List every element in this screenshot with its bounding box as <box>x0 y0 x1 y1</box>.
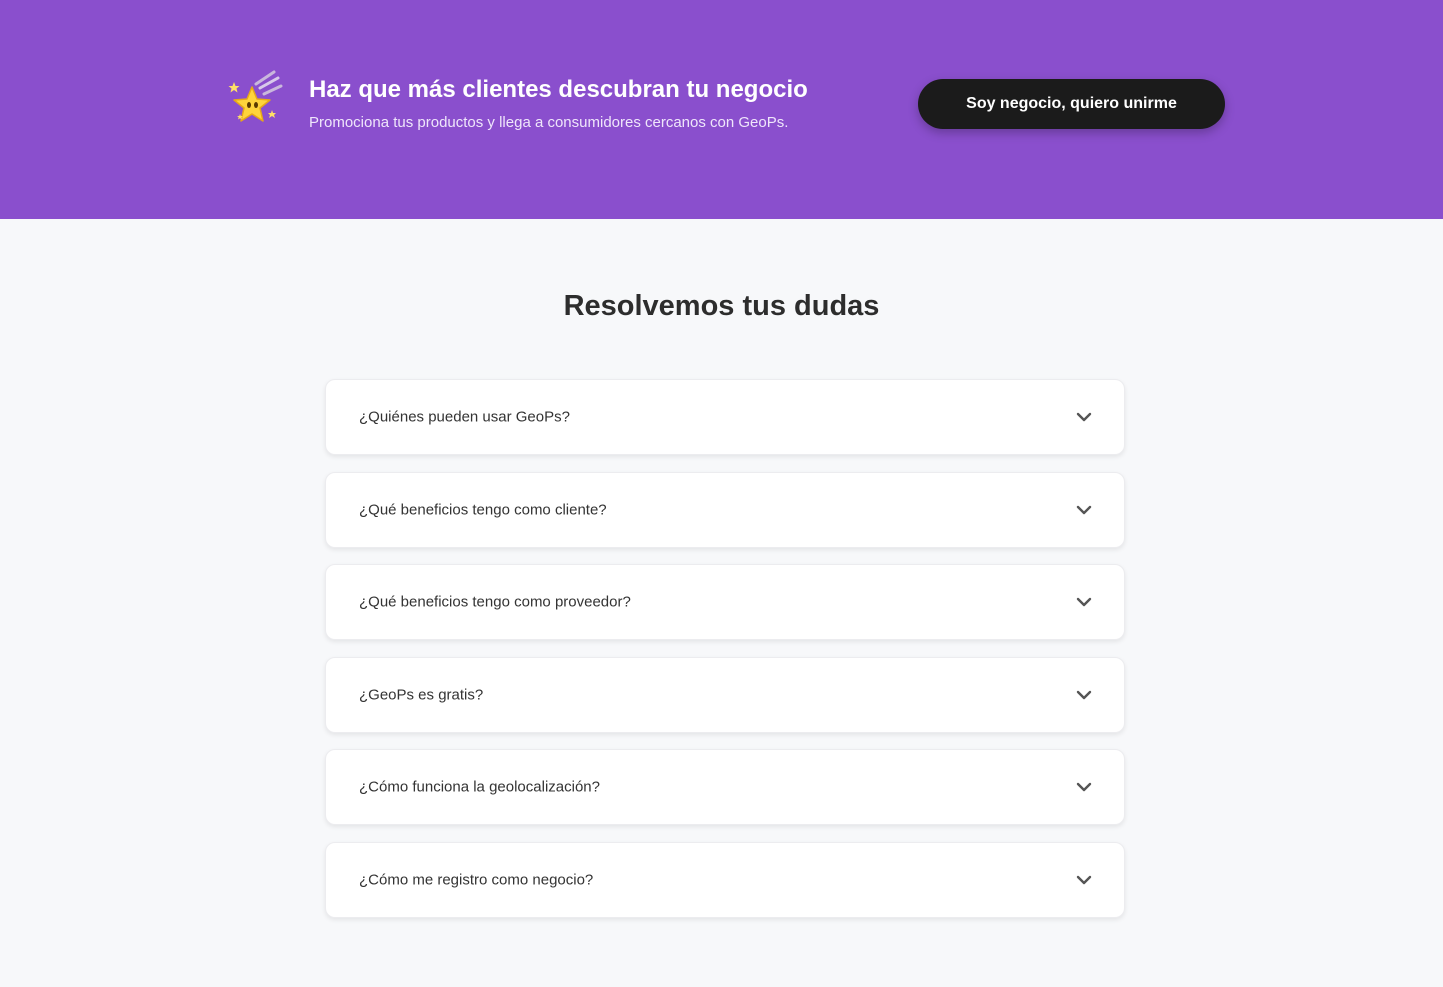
faq-question: ¿Cómo me registro como negocio? <box>359 871 594 889</box>
faq-item[interactable]: ¿Qué beneficios tengo como proveedor? <box>325 564 1125 641</box>
faq-title: Resolvemos tus dudas <box>563 290 880 322</box>
chevron-down-icon <box>1076 690 1092 699</box>
chevron-down-icon <box>1076 783 1092 792</box>
chevron-down-icon <box>1076 412 1092 422</box>
faq-item[interactable]: ¿Quiénes pueden usar GeoPs? <box>325 379 1125 455</box>
faq-question: ¿GeoPs es gratis? <box>359 686 484 704</box>
chevron-down-icon <box>1076 875 1092 885</box>
faq-question: ¿Quiénes pueden usar GeoPs? <box>359 408 570 426</box>
faq-item[interactable]: ¿Cómo me registro como negocio? <box>325 841 1125 918</box>
faq-question: ¿Qué beneficios tengo como cliente? <box>359 501 607 519</box>
faq-item[interactable]: ¿GeoPs es gratis? <box>325 656 1125 733</box>
banner-title: Haz que más clientes descubran tu negoci… <box>309 76 808 103</box>
chevron-down-icon <box>1076 505 1092 514</box>
faq-item[interactable]: ¿Qué beneficios tengo como cliente? <box>325 471 1125 548</box>
shooting-star-icon <box>228 70 283 122</box>
faq-list: ¿Quiénes pueden usar GeoPs? ¿Qué benefic… <box>325 379 1125 935</box>
faq-question: ¿Cómo funciona la geolocalización? <box>359 778 600 796</box>
join-business-button[interactable]: Soy negocio, quiero unirme <box>918 79 1225 129</box>
banner-subtitle: Promociona tus productos y llega a consu… <box>309 114 789 131</box>
chevron-down-icon <box>1076 597 1092 607</box>
faq-question: ¿Qué beneficios tengo como proveedor? <box>359 593 631 611</box>
faq-item[interactable]: ¿Cómo funciona la geolocalización? <box>325 749 1125 826</box>
promo-banner: Haz que más clientes descubran tu negoci… <box>0 0 1443 219</box>
